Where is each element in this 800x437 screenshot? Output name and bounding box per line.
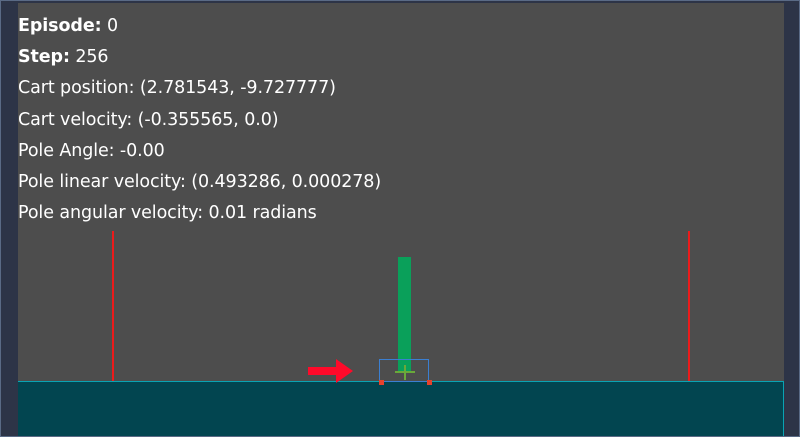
hud-pole-angular-velocity-label: Pole angular velocity: xyxy=(18,203,204,224)
hud-episode-label: Episode: xyxy=(18,16,102,36)
hud-cart-position-label: Cart position: xyxy=(18,78,135,99)
hud-step-value: 256 xyxy=(75,47,109,68)
hud-pole-angle-label: Pole Angle: xyxy=(18,140,115,161)
hud-pole-angle: Pole Angle: -0.00 xyxy=(18,136,381,167)
right-boundary-line xyxy=(688,231,690,382)
arrow-right-icon xyxy=(308,359,353,383)
hud-cart-position: Cart position: (2.781543, -9.727777) xyxy=(18,73,381,104)
left-boundary-line xyxy=(112,231,114,382)
hud-cart-velocity: Cart velocity: (-0.355565, 0.0) xyxy=(18,105,381,136)
hud-episode: Episode: 0 xyxy=(18,11,381,42)
hud-pole-linear-velocity: Pole linear velocity: (0.493286, 0.00027… xyxy=(18,167,381,198)
hud-pole-linear-velocity-value: (0.493286, 0.000278) xyxy=(191,172,382,193)
hud-overlay: Episode: 0 Step: 256 Cart position: (2.7… xyxy=(18,11,381,229)
hud-cart-position-value: (2.781543, -9.727777) xyxy=(139,78,336,99)
hud-episode-value: 0 xyxy=(106,16,119,36)
cart-wheel-left xyxy=(379,380,384,385)
pivot-marker-vertical xyxy=(404,365,406,380)
hud-cart-velocity-value: (-0.355565, 0.0) xyxy=(137,109,279,130)
game-viewport[interactable]: Episode: 0 Step: 256 Cart position: (2.7… xyxy=(18,3,784,436)
cart-wheel-right xyxy=(427,380,432,385)
hud-cart-velocity-label: Cart velocity: xyxy=(18,109,133,130)
hud-step-label: Step: xyxy=(18,47,70,68)
pole xyxy=(398,257,411,373)
hud-pole-angular-velocity-value: 0.01 radians xyxy=(208,203,317,224)
hud-step: Step: 256 xyxy=(18,42,381,73)
hud-pole-linear-velocity-label: Pole linear velocity: xyxy=(18,172,186,193)
ground xyxy=(18,381,784,436)
hud-pole-angular-velocity: Pole angular velocity: 0.01 radians xyxy=(18,198,381,229)
hud-pole-angle-value: -0.00 xyxy=(119,140,165,161)
game-window: Episode: 0 Step: 256 Cart position: (2.7… xyxy=(0,0,800,437)
